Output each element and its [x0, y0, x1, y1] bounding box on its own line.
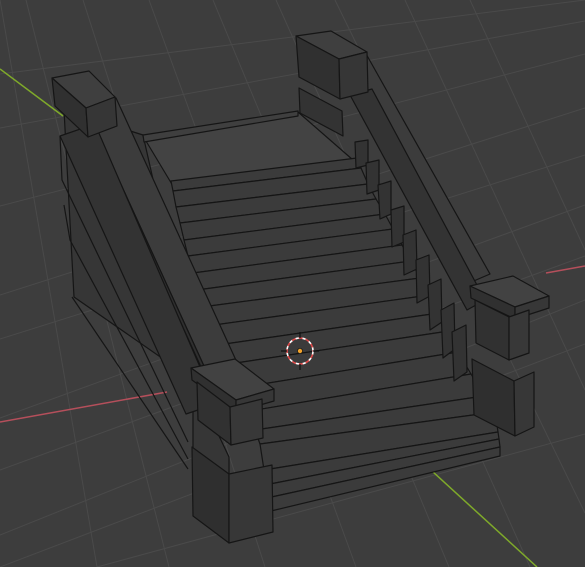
- rear-right-newel-side: [338, 51, 369, 100]
- right-baluster-4: [390, 205, 405, 248]
- right-baluster-3: [377, 180, 392, 220]
- right-baluster-5: [402, 229, 418, 276]
- x-axis-line: [0, 391, 168, 423]
- right-baluster-9: [451, 324, 468, 382]
- right-baluster-2: [365, 159, 380, 195]
- front-right-newel-shaft-side: [508, 309, 530, 361]
- stair-model[interactable]: [51, 30, 550, 544]
- 3d-viewport[interactable]: [0, 0, 585, 567]
- object-origin-icon: [296, 347, 303, 354]
- front-left-newel-shaft-side: [229, 398, 264, 446]
- x-axis-line-right: [545, 265, 585, 274]
- viewport-canvas[interactable]: [0, 0, 585, 567]
- right-baluster-7: [427, 278, 443, 331]
- front-left-newel-base-side: [228, 464, 274, 544]
- front-right-newel-base-side: [513, 371, 535, 437]
